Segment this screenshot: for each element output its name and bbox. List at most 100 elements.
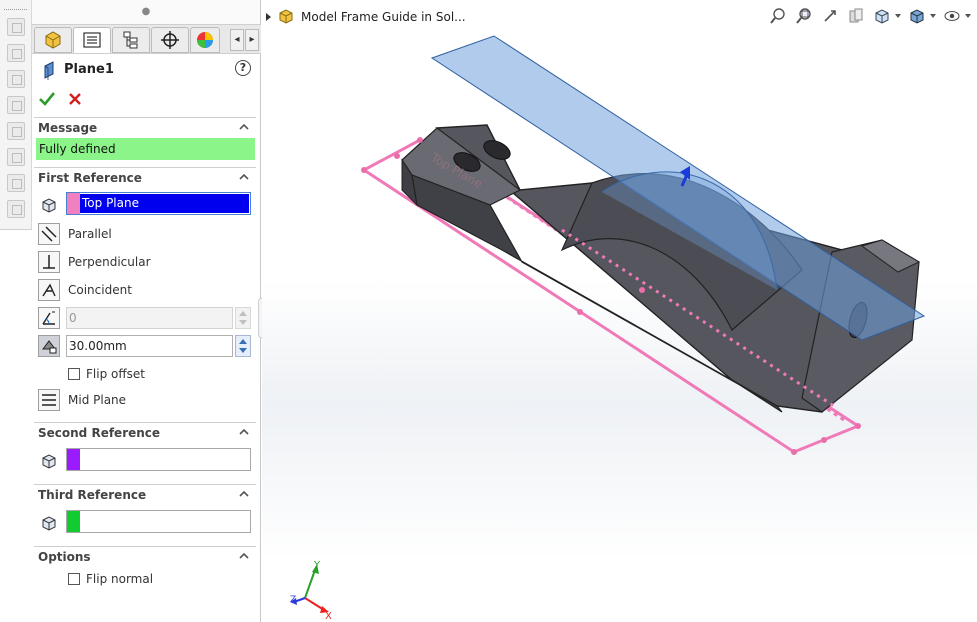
offset-distance-input[interactable]: 30.00mm	[66, 335, 233, 357]
chevron-down-icon[interactable]	[930, 14, 936, 18]
coincident-row[interactable]: Coincident	[38, 278, 132, 302]
appearance-icon	[197, 32, 213, 48]
tab-scroll-left[interactable]: ◂	[230, 29, 244, 51]
triad-y-label: Y	[313, 560, 321, 571]
flip-normal-checkbox[interactable]: Flip normal	[68, 572, 153, 586]
chevron-down-icon[interactable]	[965, 14, 971, 18]
model-scene[interactable]: Top Plane Y X Z	[262, 0, 977, 622]
parallel-label: Parallel	[68, 227, 112, 241]
third-reference-row	[38, 511, 60, 535]
solidworks-window: ● ◂ ▸ Plane1 ? Message Fully defined Fir…	[0, 0, 977, 622]
options-header[interactable]: Options	[34, 546, 256, 566]
chevron-down-icon[interactable]	[895, 14, 901, 18]
help-button[interactable]: ?	[235, 60, 251, 76]
offset-spinner[interactable]	[235, 335, 251, 357]
expand-tree-icon[interactable]	[266, 13, 271, 21]
flip-offset-label: Flip offset	[86, 367, 145, 381]
orientation-triad: Y X Z	[290, 560, 332, 622]
flip-normal-box[interactable]	[68, 573, 80, 585]
hide-show-items-icon[interactable]	[942, 6, 962, 26]
mid-plane-label: Mid Plane	[68, 393, 127, 407]
heads-up-toolbar	[768, 6, 971, 26]
reference-cube-icon	[38, 512, 60, 534]
angle-icon[interactable]	[38, 307, 60, 329]
datum-feature-icon[interactable]	[7, 122, 25, 140]
third-reference-header[interactable]: Third Reference	[34, 484, 256, 504]
third-reference-swatch	[67, 511, 80, 532]
offset-distance-icon[interactable]	[38, 335, 60, 357]
zoom-to-area-icon[interactable]	[794, 6, 814, 26]
section-title: Options	[38, 550, 91, 564]
feature-title-row: Plane1 ?	[32, 58, 261, 82]
chevron-up-icon[interactable]	[238, 550, 250, 562]
property-manager-icon	[83, 32, 101, 48]
tab-scroll-right[interactable]: ▸	[245, 29, 259, 51]
first-reference-row	[38, 193, 60, 217]
mid-plane-icon	[38, 389, 60, 411]
graphics-area[interactable]: Top Plane Y X Z Model Frame Guide in Sol…	[262, 0, 977, 622]
feature-manager-icon	[45, 31, 61, 49]
third-reference-selection	[80, 512, 249, 531]
second-reference-header[interactable]: Second Reference	[34, 422, 256, 442]
reference-cube-icon	[38, 450, 60, 472]
second-reference-field[interactable]	[66, 448, 251, 471]
panel-grip[interactable]: ●	[32, 0, 260, 24]
display-style-icon[interactable]	[907, 6, 927, 26]
perpendicular-label: Perpendicular	[68, 255, 151, 269]
configuration-icon	[123, 31, 138, 49]
angle-row	[38, 306, 60, 330]
flip-offset-box[interactable]	[68, 368, 80, 380]
zoom-to-fit-icon[interactable]	[768, 6, 788, 26]
angle-input[interactable]: 0	[66, 307, 233, 329]
third-reference-field[interactable]	[66, 510, 251, 533]
parallel-icon	[38, 223, 60, 245]
plane-icon	[44, 61, 54, 80]
coincident-icon	[38, 279, 60, 301]
document-title[interactable]: Model Frame Guide in Sol...	[301, 10, 466, 24]
chevron-up-icon[interactable]	[238, 488, 250, 500]
cancel-x-icon[interactable]	[66, 90, 84, 108]
breadcrumb: Model Frame Guide in Sol...	[266, 8, 466, 26]
flip-offset-checkbox[interactable]: Flip offset	[68, 367, 145, 381]
surface-finish-icon[interactable]	[7, 70, 25, 88]
previous-view-icon[interactable]	[820, 6, 840, 26]
perpendicular-row[interactable]: Perpendicular	[38, 250, 151, 274]
toolbar-grip[interactable]	[4, 2, 27, 10]
note-icon[interactable]	[7, 18, 25, 36]
message-section-header[interactable]: Message	[34, 117, 256, 137]
parallel-row[interactable]: Parallel	[38, 222, 112, 246]
section-view-icon[interactable]	[846, 6, 866, 26]
view-orientation-icon[interactable]	[872, 6, 892, 26]
triad-z-label: Z	[290, 595, 296, 605]
triad-x-label: X	[325, 611, 332, 622]
section-title: Third Reference	[38, 488, 147, 502]
feature-name: Plane1	[64, 62, 114, 77]
angle-spinner[interactable]	[235, 307, 251, 329]
section-title: First Reference	[38, 171, 142, 185]
chevron-up-icon[interactable]	[238, 171, 250, 183]
coincident-label: Coincident	[68, 283, 132, 297]
mid-plane-row[interactable]: Mid Plane	[38, 388, 126, 412]
first-reference-header[interactable]: First Reference	[34, 167, 256, 187]
section-title: Message	[38, 121, 98, 135]
second-reference-row	[38, 449, 60, 473]
ok-check-icon[interactable]	[38, 90, 56, 108]
tab-feature-manager[interactable]	[34, 27, 72, 53]
section-title: Second Reference	[38, 426, 161, 440]
property-manager-panel: ● ◂ ▸ Plane1 ? Message Fully defined Fir…	[32, 0, 261, 622]
chevron-up-icon[interactable]	[238, 426, 250, 438]
tab-display-manager[interactable]	[190, 27, 220, 53]
tab-property-manager[interactable]	[73, 27, 111, 53]
tab-configuration-manager[interactable]	[112, 27, 150, 53]
first-reference-swatch	[67, 193, 80, 214]
tab-dimxpert-manager[interactable]	[151, 27, 189, 53]
chevron-up-icon[interactable]	[238, 121, 250, 133]
cosmetic-thread-icon[interactable]	[7, 200, 25, 218]
weld-symbol-icon[interactable]	[7, 96, 25, 114]
offset-row	[38, 334, 60, 358]
datum-target-icon[interactable]	[7, 148, 25, 166]
confirm-row	[38, 90, 84, 110]
first-reference-field[interactable]: Top Plane	[66, 192, 251, 215]
balloon-icon[interactable]	[7, 44, 25, 62]
geometric-tolerance-icon[interactable]	[7, 174, 25, 192]
